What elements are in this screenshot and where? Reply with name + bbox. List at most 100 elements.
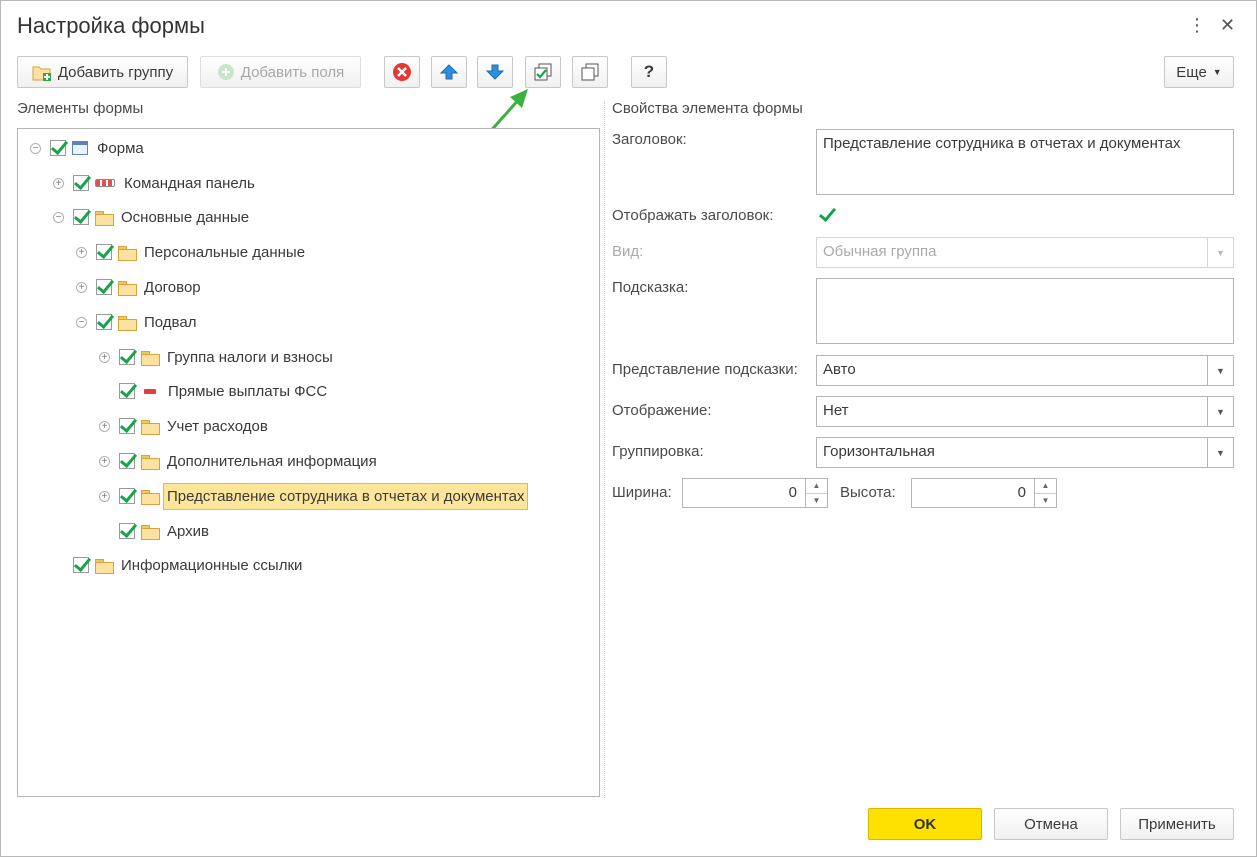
collapse-icon[interactable]: − bbox=[30, 142, 41, 154]
checkbox-icon[interactable] bbox=[96, 244, 112, 260]
hint-representation-label: Представление подсказки: bbox=[612, 361, 798, 378]
width-value: 0 bbox=[788, 484, 797, 501]
height-label: Высота: bbox=[840, 484, 896, 501]
folder-icon bbox=[141, 419, 160, 435]
check-all-icon bbox=[534, 63, 552, 81]
chevron-down-icon[interactable]: ▼ bbox=[1207, 356, 1233, 385]
hint-label: Подсказка: bbox=[612, 279, 689, 296]
show-title-checkbox[interactable] bbox=[818, 207, 834, 223]
more-button[interactable]: Еще ▼ bbox=[1164, 56, 1234, 88]
tree-item-footer[interactable]: − Подвал bbox=[76, 306, 196, 338]
more-menu-icon[interactable]: ⋮ bbox=[1188, 15, 1206, 36]
expand-icon[interactable]: + bbox=[99, 455, 110, 467]
height-input[interactable]: 0 ▲ ▼ bbox=[911, 478, 1057, 508]
checkbox-icon[interactable] bbox=[119, 453, 135, 469]
expand-icon[interactable]: + bbox=[99, 351, 110, 363]
hint-representation-value: Авто bbox=[823, 361, 856, 378]
add-fields-button[interactable]: Добавить поля bbox=[200, 56, 361, 88]
tree-item-expenses[interactable]: + Учет расходов bbox=[99, 410, 268, 442]
tree-item-archive[interactable]: Архив bbox=[99, 515, 209, 547]
cancel-button[interactable]: Отмена bbox=[994, 808, 1108, 840]
window-title: Настройка формы bbox=[17, 13, 205, 38]
panel-divider[interactable] bbox=[604, 101, 605, 798]
checkbox-icon[interactable] bbox=[73, 557, 89, 573]
tree-item-label: Основные данные bbox=[121, 208, 250, 226]
checkbox-icon[interactable] bbox=[119, 523, 135, 539]
show-title-label: Отображать заголовок: bbox=[612, 207, 774, 224]
tree-item-employee-representation[interactable]: + Представление сотрудника в отчетах и д… bbox=[99, 480, 529, 512]
display-select[interactable]: Нет ▼ bbox=[816, 396, 1234, 427]
checkbox-icon[interactable] bbox=[73, 209, 89, 225]
command-panel-icon bbox=[95, 179, 115, 187]
height-value: 0 bbox=[1017, 484, 1026, 501]
checkbox-icon[interactable] bbox=[96, 314, 112, 330]
grouping-value: Горизонтальная bbox=[823, 443, 935, 460]
tree-item-label: Дополнительная информация bbox=[167, 452, 377, 470]
properties-title: Свойства элемента формы bbox=[612, 100, 803, 117]
form-settings-window: Настройка формы ⋮ ✕ Добавить группу Доба… bbox=[0, 0, 1257, 857]
grouping-select[interactable]: Горизонтальная ▼ bbox=[816, 437, 1234, 468]
add-group-label: Добавить группу bbox=[57, 63, 174, 81]
collapse-icon[interactable]: − bbox=[53, 211, 64, 223]
tree-item-form[interactable]: − Форма bbox=[30, 132, 144, 164]
width-input[interactable]: 0 ▲ ▼ bbox=[682, 478, 828, 508]
ok-button[interactable]: OK bbox=[868, 808, 982, 840]
form-elements-tree[interactable]: − Форма + Командная панель − Основные да… bbox=[17, 128, 600, 797]
folder-icon bbox=[95, 210, 114, 226]
title-field[interactable]: Представление сотрудника в отчетах и док… bbox=[816, 129, 1234, 195]
collapse-icon[interactable]: − bbox=[76, 316, 87, 328]
expand-icon[interactable]: + bbox=[53, 177, 64, 189]
tree-item-contract[interactable]: + Договор bbox=[76, 271, 201, 303]
view-value: Обычная группа bbox=[823, 243, 937, 260]
tree-item-taxes[interactable]: + Группа налоги и взносы bbox=[99, 341, 333, 373]
folder-icon bbox=[95, 558, 114, 574]
view-label: Вид: bbox=[612, 243, 644, 260]
tree-item-label: Учет расходов bbox=[167, 417, 268, 435]
hint-field[interactable] bbox=[816, 278, 1234, 344]
title-label: Заголовок: bbox=[612, 131, 687, 148]
tree-item-main-data[interactable]: − Основные данные bbox=[53, 201, 249, 233]
chevron-down-icon[interactable]: ▼ bbox=[1207, 238, 1233, 267]
display-value: Нет bbox=[823, 402, 849, 419]
tree-item-fss-payments[interactable]: Прямые выплаты ФСС bbox=[99, 375, 327, 407]
add-group-button[interactable]: Добавить группу bbox=[17, 56, 188, 88]
tree-item-label: Подвал bbox=[144, 313, 197, 331]
tree-item-command-panel[interactable]: + Командная панель bbox=[53, 167, 255, 199]
apply-button[interactable]: Применить bbox=[1120, 808, 1234, 840]
checkbox-icon[interactable] bbox=[119, 488, 135, 504]
height-spinner[interactable]: ▲ ▼ bbox=[1034, 479, 1056, 507]
arrow-up-icon bbox=[439, 64, 459, 80]
tree-item-label: Группа налоги и взносы bbox=[167, 348, 333, 366]
grouping-label: Группировка: bbox=[612, 443, 704, 460]
tree-item-label: Персональные данные bbox=[144, 243, 306, 261]
checkbox-icon[interactable] bbox=[96, 279, 112, 295]
hint-representation-select[interactable]: Авто ▼ bbox=[816, 355, 1234, 386]
folder-icon bbox=[118, 280, 137, 296]
folder-icon bbox=[141, 454, 160, 470]
form-elements-title: Элементы формы bbox=[17, 100, 144, 117]
uncheck-all-icon bbox=[581, 63, 599, 81]
width-spinner[interactable]: ▲ ▼ bbox=[805, 479, 827, 507]
folder-icon bbox=[141, 489, 160, 505]
tree-item-personal-data[interactable]: + Персональные данные bbox=[76, 236, 305, 268]
tree-item-additional-info[interactable]: + Дополнительная информация bbox=[99, 445, 377, 477]
checkbox-icon[interactable] bbox=[119, 349, 135, 365]
add-fields-label: Добавить поля bbox=[240, 63, 345, 81]
expand-icon[interactable]: + bbox=[76, 281, 87, 293]
help-button[interactable]: ? bbox=[631, 56, 667, 88]
close-icon[interactable]: ✕ bbox=[1220, 15, 1235, 36]
tree-item-label: Архив bbox=[167, 522, 210, 540]
view-select[interactable]: Обычная группа ▼ bbox=[816, 237, 1234, 268]
add-circle-icon bbox=[217, 64, 234, 80]
checkbox-icon[interactable] bbox=[119, 418, 135, 434]
expand-icon[interactable]: + bbox=[76, 246, 87, 258]
chevron-down-icon[interactable]: ▼ bbox=[1207, 438, 1233, 467]
expand-icon[interactable]: + bbox=[99, 420, 110, 432]
uncheck-all-button[interactable] bbox=[572, 56, 608, 88]
checkbox-icon[interactable] bbox=[50, 140, 66, 156]
checkbox-icon[interactable] bbox=[73, 175, 89, 191]
tree-item-info-links[interactable]: Информационные ссылки bbox=[53, 549, 302, 581]
expand-icon[interactable]: + bbox=[99, 490, 110, 502]
chevron-down-icon[interactable]: ▼ bbox=[1207, 397, 1233, 426]
checkbox-icon[interactable] bbox=[119, 383, 135, 399]
